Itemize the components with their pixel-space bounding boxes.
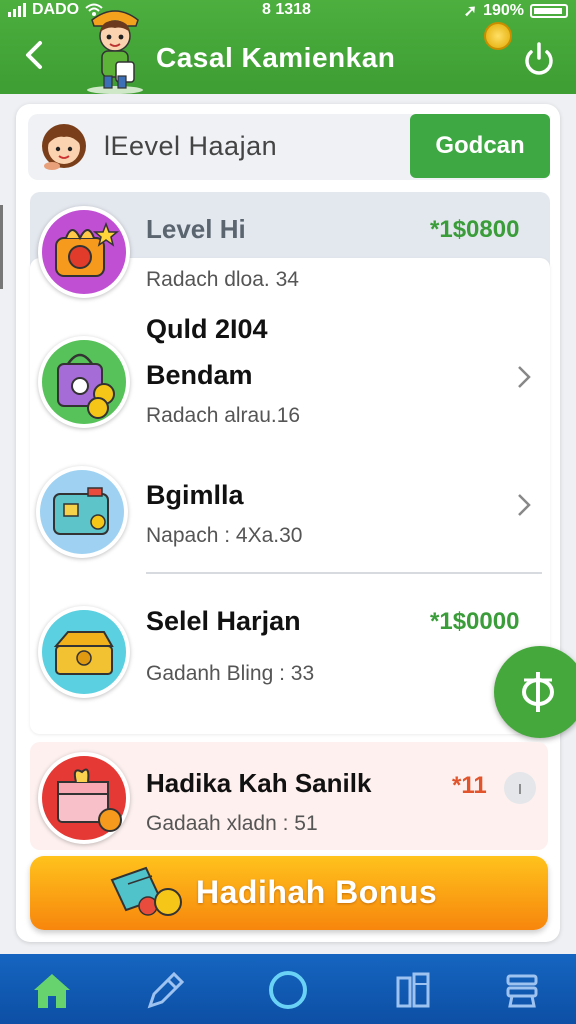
- list-item-title-line1: Quld 2I04: [146, 314, 268, 344]
- special-item-title: Hadika Kah Sanilk: [146, 768, 372, 798]
- bonus-button-label: Hadihah Bonus: [196, 874, 438, 910]
- status-time: 8 1318: [262, 1, 311, 18]
- special-reward-value: *11: [452, 772, 487, 799]
- edit-icon[interactable]: [144, 968, 188, 1012]
- scroll-edge: [0, 205, 3, 289]
- floating-action-button[interactable]: [494, 646, 576, 738]
- reward-value: *1$0800: [430, 216, 520, 243]
- wallet-icon: [53, 487, 109, 535]
- list-item-icon-0: [38, 206, 130, 298]
- list-item-title: Selel Harjan: [146, 606, 301, 636]
- carrier-label: DADO: [32, 1, 80, 18]
- list-item-subtitle: Radach dloa. 34: [146, 268, 299, 291]
- gift-bag-icon: [55, 221, 120, 277]
- special-item-subtitle: Gadaah xladn : 51: [146, 812, 318, 835]
- info-icon[interactable]: ı: [504, 772, 536, 804]
- currency-icon: [522, 672, 554, 712]
- page-title: Casal Kamienkan: [156, 42, 396, 73]
- list-item-title: Bgimlla: [146, 480, 244, 510]
- reward-value: *1$0000: [430, 608, 520, 635]
- confetti-gift-icon: [110, 866, 182, 916]
- battery-label: 190%: [483, 2, 524, 19]
- list-divider: [146, 572, 542, 574]
- list-item-icon-1: [38, 336, 130, 428]
- back-arrow-icon[interactable]: [20, 40, 50, 70]
- go-button[interactable]: Godcan: [410, 114, 550, 178]
- list-item-title: Level Hi: [146, 214, 246, 244]
- battery-icon: [530, 4, 568, 18]
- chevron-right-icon[interactable]: [516, 492, 532, 518]
- mascot-avatar: [87, 10, 143, 94]
- chevron-right-icon[interactable]: [516, 364, 532, 390]
- home-icon[interactable]: [30, 968, 74, 1012]
- list-item-title-line2: Bendam: [146, 360, 253, 390]
- power-icon[interactable]: [522, 40, 556, 76]
- search-text: lEevel Haajan: [104, 131, 278, 161]
- list-item-icon-3: [38, 606, 130, 698]
- settings-icon[interactable]: [500, 968, 544, 1012]
- shopping-bag-icon: [57, 353, 115, 419]
- list-item-subtitle: Radach alrau.16: [146, 404, 301, 427]
- location-icon: ➚: [463, 3, 478, 20]
- gift-box-icon: [57, 768, 122, 832]
- treasure-chest-icon: [53, 631, 114, 675]
- girl-avatar-icon: [42, 124, 86, 170]
- coin-icon: [484, 22, 512, 50]
- list-item-icon-special: [38, 752, 130, 844]
- signal-icon: [8, 3, 26, 17]
- books-icon[interactable]: [392, 968, 436, 1012]
- list-item-subtitle: Napach : 4Xa.30: [146, 524, 303, 547]
- circle-icon[interactable]: [266, 968, 310, 1012]
- list-item-subtitle: Gadanh Bling : 33: [146, 662, 315, 685]
- list-item-icon-2: [36, 466, 128, 558]
